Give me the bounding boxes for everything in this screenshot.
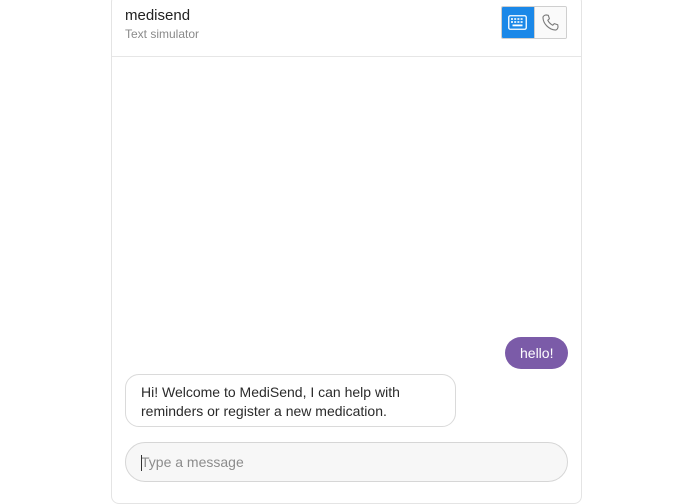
app-title: medisend [125,7,191,24]
keyboard-mode-button[interactable] [502,7,534,38]
phone-icon [542,14,559,31]
message-composer [125,442,568,482]
app-subtitle: Text simulator [125,27,200,41]
message-input[interactable] [141,443,551,481]
chat-header: medisend Text simulator [112,1,581,57]
mode-toggle [501,6,567,39]
text-caret [141,455,142,471]
phone-mode-button[interactable] [533,7,566,38]
text-simulator-panel: medisend Text simulator hello! Hi! Welco… [111,0,582,504]
incoming-message-bubble: Hi! Welcome to MediSend, I can help with… [125,374,456,427]
keyboard-icon [508,15,528,30]
outgoing-message-bubble: hello! [505,337,569,369]
